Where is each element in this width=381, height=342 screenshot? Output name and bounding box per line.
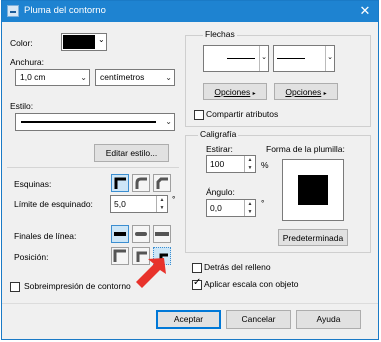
- end-arrow-combo[interactable]: ⌄: [273, 45, 335, 72]
- spin-down-icon[interactable]: ▼: [157, 204, 167, 212]
- units-value: centímetros: [100, 72, 145, 82]
- stretch-unit: %: [261, 160, 269, 170]
- angulo-label: Ángulo:: [206, 187, 235, 197]
- chevron-down-icon: ⌄: [259, 46, 268, 71]
- units-combo[interactable]: centímetros ⌄: [95, 69, 175, 86]
- overprint-label: Sobreimpresión de contorno: [24, 281, 131, 291]
- caligrafia-label: Caligrafía: [198, 129, 239, 139]
- estirar-label: Estirar:: [206, 144, 233, 154]
- dropdown-triangle-icon: ▸: [252, 91, 256, 97]
- line-style-preview: [21, 121, 156, 123]
- spin-buttons[interactable]: ▲ ▼: [244, 156, 255, 172]
- angle-spinbox[interactable]: 0,0 ▲ ▼: [206, 199, 256, 217]
- divider: [7, 167, 179, 168]
- spin-down-icon[interactable]: ▼: [245, 164, 255, 172]
- round-cap-icon[interactable]: [132, 225, 150, 243]
- color-picker-button[interactable]: ⌄: [61, 33, 107, 51]
- width-combo[interactable]: 1,0 cm ⌄: [15, 69, 90, 86]
- end-arrow-options-button[interactable]: Opciones ▸: [274, 83, 338, 100]
- share-attributes-checkbox[interactable]: [194, 110, 204, 120]
- estilo-label: Estilo:: [10, 101, 34, 111]
- dropdown-triangle-icon: ▸: [323, 91, 327, 97]
- spin-buttons[interactable]: ▲ ▼: [156, 196, 167, 212]
- outside-position-icon[interactable]: [111, 247, 129, 265]
- limite-label: Límite de esquinado:: [14, 199, 93, 209]
- bevel-corner-icon[interactable]: [153, 174, 171, 192]
- posicion-label: Posición:: [14, 252, 49, 262]
- flechas-label: Flechas: [203, 29, 237, 39]
- red-arrow-annotation: [136, 258, 166, 288]
- spin-up-icon[interactable]: ▲: [245, 156, 255, 164]
- round-corner-icon[interactable]: [132, 174, 150, 192]
- share-attributes-label: Compartir atributos: [206, 109, 279, 119]
- spin-up-icon[interactable]: ▲: [245, 200, 255, 208]
- start-arrow-preview: [227, 58, 255, 59]
- spin-up-icon[interactable]: ▲: [157, 196, 167, 204]
- overprint-checkbox[interactable]: [10, 282, 20, 292]
- dialog-title: Pluma del contorno: [24, 5, 106, 16]
- chevron-down-icon: ⌄: [80, 73, 87, 82]
- anchura-label: Anchura:: [10, 57, 45, 67]
- nib-square: [298, 175, 328, 205]
- esquinas-label: Esquinas:: [14, 179, 52, 189]
- line-style-combo[interactable]: ⌄: [15, 113, 175, 131]
- outline-pen-dialog: Pluma del contorno ✕ Color: ⌄ Anchura: 1…: [1, 0, 379, 340]
- chevron-down-icon: ⌄: [165, 117, 172, 126]
- title-bar: Pluma del contorno ✕: [2, 1, 378, 22]
- pen-shape-label: Forma de la plumilla:: [266, 144, 345, 154]
- square-cap-icon[interactable]: [153, 225, 171, 243]
- miter-limit-spinbox[interactable]: 5,0 ▲ ▼: [110, 195, 168, 213]
- behind-fill-label: Detrás del relleno: [204, 262, 271, 272]
- end-arrow-preview: [277, 58, 305, 59]
- help-button[interactable]: Ayuda: [296, 310, 361, 329]
- width-value: 1,0 cm: [20, 72, 46, 82]
- stretch-value: 100: [210, 159, 225, 169]
- color-label: Color:: [10, 38, 33, 48]
- start-arrow-options-button[interactable]: Opciones ▸: [203, 83, 267, 100]
- cancel-button[interactable]: Cancelar: [226, 310, 291, 329]
- options-label: Opciones: [214, 87, 251, 97]
- checkmark-icon: ✓: [193, 277, 202, 288]
- chevron-down-icon: ⌄: [165, 73, 172, 82]
- miter-limit-unit: °: [172, 194, 176, 204]
- start-arrow-combo[interactable]: ⌄: [203, 45, 269, 72]
- finales-label: Finales de línea:: [14, 231, 77, 241]
- angle-unit: °: [261, 198, 265, 208]
- spin-buttons[interactable]: ▲ ▼: [244, 200, 255, 216]
- scale-with-object-label: Aplicar escala con objeto: [204, 279, 299, 289]
- angle-value: 0,0: [210, 203, 222, 213]
- butt-cap-icon[interactable]: [111, 225, 129, 243]
- scale-with-object-checkbox[interactable]: ✓: [192, 277, 202, 290]
- behind-fill-checkbox[interactable]: [192, 263, 202, 273]
- nib-shape-preview[interactable]: [282, 159, 344, 221]
- edit-style-button[interactable]: Editar estilo...: [94, 144, 169, 162]
- default-nib-button[interactable]: Predeterminada: [278, 229, 348, 246]
- stretch-spinbox[interactable]: 100 ▲ ▼: [206, 155, 256, 173]
- accept-button[interactable]: Aceptar: [156, 310, 221, 329]
- chevron-down-icon: ⌄: [325, 46, 334, 71]
- spin-down-icon[interactable]: ▼: [245, 208, 255, 216]
- footer-divider: [2, 303, 378, 304]
- close-button[interactable]: ✕: [354, 1, 376, 22]
- options-label: Opciones: [285, 87, 322, 97]
- miter-corner-icon[interactable]: [111, 174, 129, 192]
- pen-app-icon: [7, 5, 19, 17]
- chevron-down-icon: ⌄: [98, 35, 105, 44]
- color-swatch: [63, 35, 95, 49]
- miter-limit-value: 5,0: [114, 199, 126, 209]
